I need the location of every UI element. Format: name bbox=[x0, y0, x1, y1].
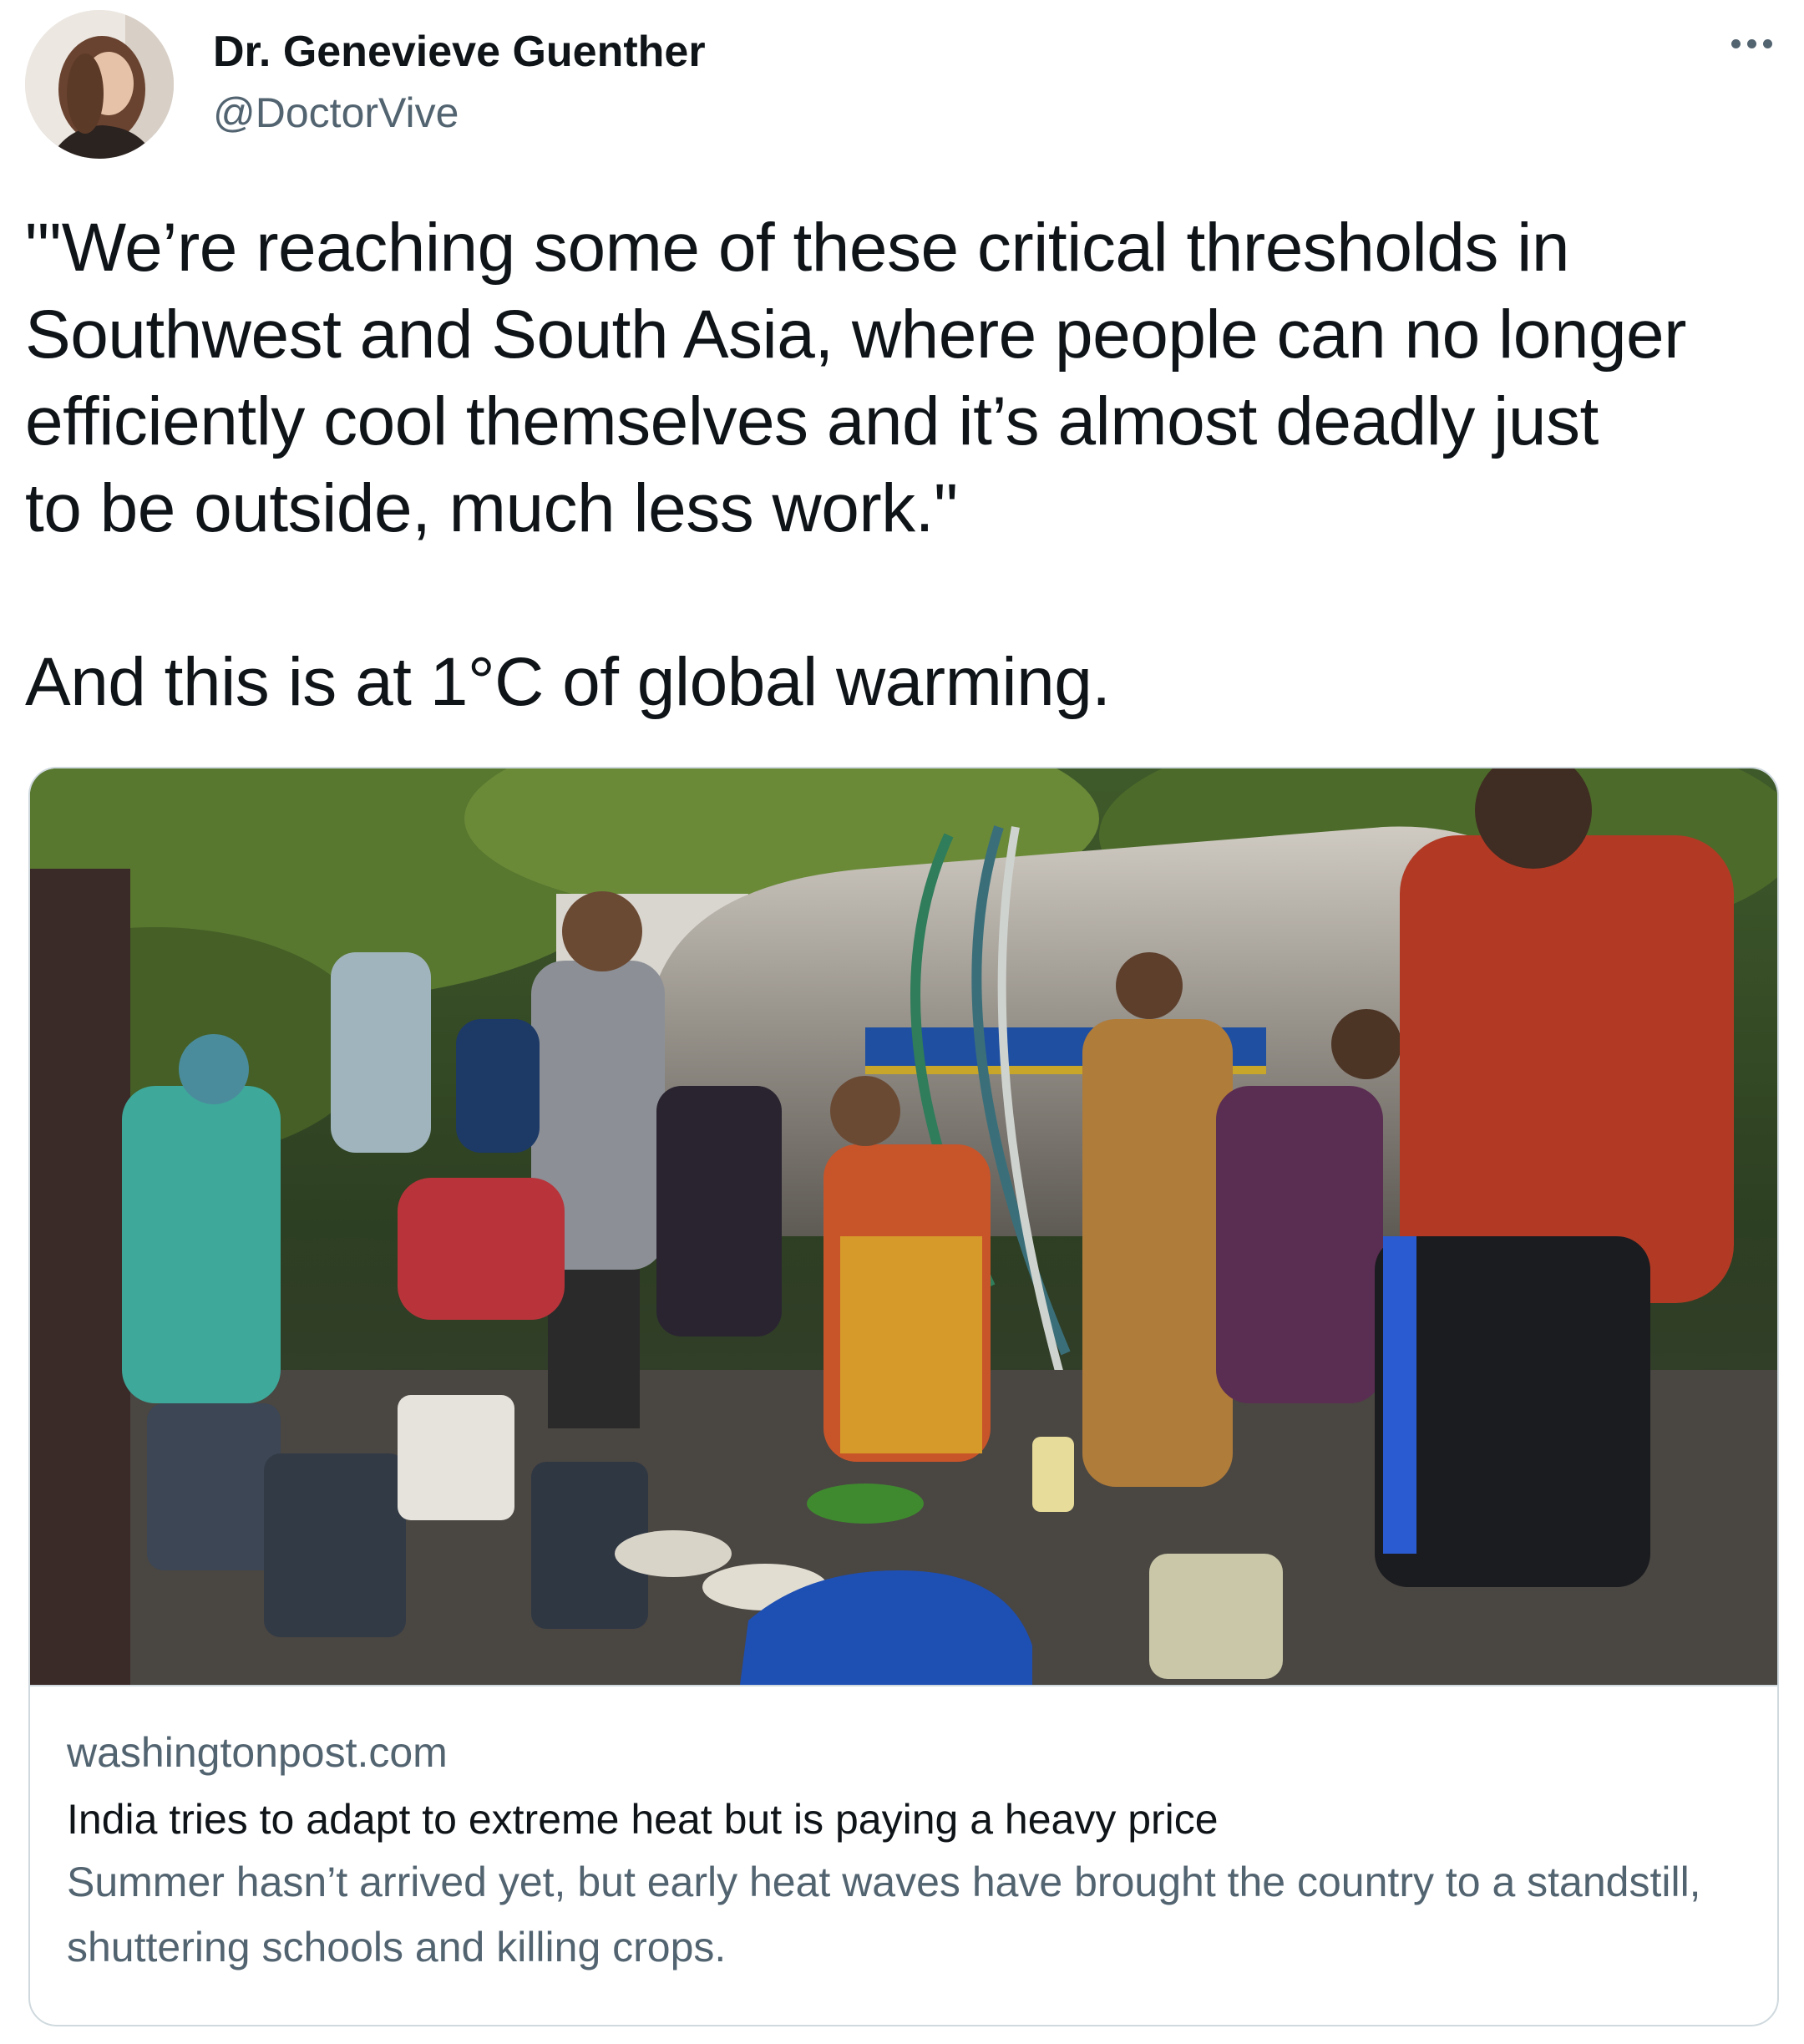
tweet-line: efficiently cool themselves and it’s alm… bbox=[25, 383, 1599, 459]
profile-photo-icon bbox=[25, 10, 174, 159]
tweet-line: to be outside, much less work." bbox=[25, 470, 958, 546]
avatar[interactable] bbox=[25, 10, 174, 159]
card-domain: washingtonpost.com bbox=[67, 1729, 448, 1776]
tweet-text: "'We’re reaching some of these critical … bbox=[25, 205, 1787, 726]
dot bbox=[1746, 38, 1756, 48]
card-description: Summer hasn’t arrived yet, but early hea… bbox=[67, 1859, 1701, 1970]
author-handle[interactable]: @DoctorVive bbox=[213, 89, 459, 137]
dot bbox=[1731, 38, 1741, 48]
card-title[interactable]: India tries to adapt to extreme heat but… bbox=[67, 1794, 1746, 1844]
dot bbox=[1762, 38, 1772, 48]
tweet-line: "'We’re reaching some of these critical … bbox=[25, 210, 1569, 286]
more-dots-icon[interactable] bbox=[1722, 27, 1781, 60]
link-card[interactable]: washingtonpost.com India tries to adapt … bbox=[28, 767, 1779, 2026]
tweet-closing: And this is at 1°C of global warming. bbox=[25, 644, 1111, 720]
news-photo-icon bbox=[30, 768, 1777, 1686]
author-display-name[interactable]: Dr. Genevieve Guenther bbox=[213, 27, 706, 77]
tweet-line: Southwest and South Asia, where people c… bbox=[25, 297, 1686, 373]
card-meta: washingtonpost.com India tries to adapt … bbox=[67, 1727, 1746, 1980]
